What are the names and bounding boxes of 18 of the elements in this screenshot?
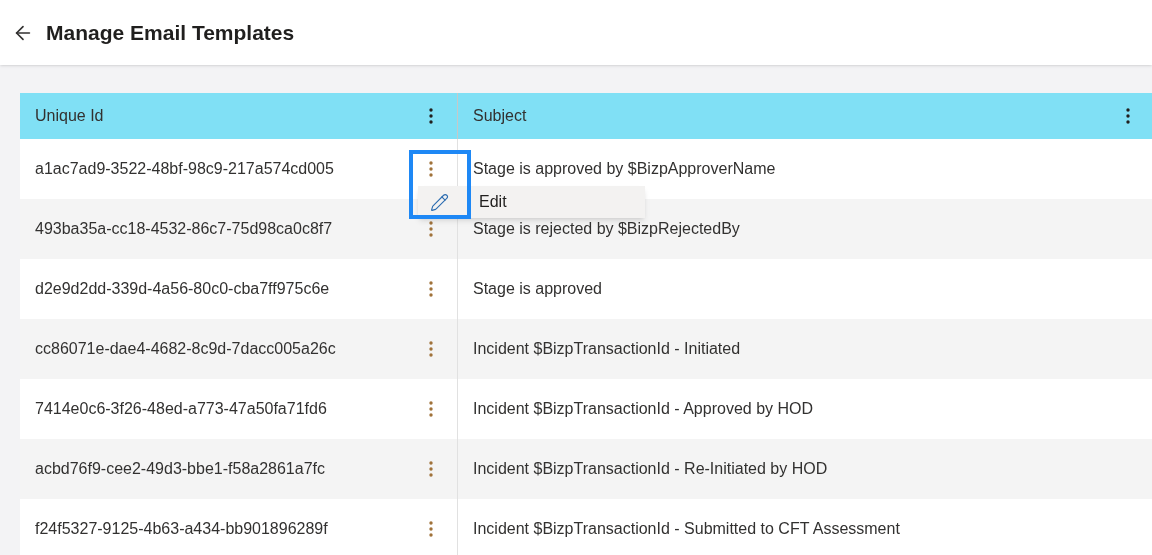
table-cell-text: f24f5327-9125-4b63-a434-bb901896289f — [35, 519, 328, 539]
table-cell-text: 493ba35a-cc18-4532-86c7-75d98ca0c8f7 — [35, 219, 333, 239]
table-cell: Stage is rejected by $BizpRejectedBy — [473, 220, 740, 237]
table-cell: Incident $BizpTransactionId - Re-Initiated by HOD — [473, 460, 828, 477]
column-header: Unique Id — [35, 106, 104, 126]
table-cell: Stage is approved by $BizpApproverName — [473, 160, 776, 177]
table-cell-text: 7414e0c6-3f26-48ed-a773-47a50fa71fd6 — [35, 399, 327, 419]
menu-item[interactable]: Edit — [418, 186, 645, 218]
table-cell: Incident $BizpTransactionId - Initiated — [473, 340, 741, 357]
table-cell: Stage is approved — [473, 280, 602, 297]
page-title: Manage Email Templates — [46, 19, 295, 46]
table-cell-text: cc86071e-dae4-4682-8c9d-7dacc005a26c — [35, 339, 336, 359]
table-cell-text: a1ac7ad9-3522-48bf-98c9-217a574cd005 — [35, 159, 334, 179]
column-header: Subject — [473, 106, 527, 126]
table-cell-text: d2e9d2dd-339d-4a56-80c0-cba7ff975c6e — [35, 279, 330, 299]
table-cell: Incident $BizpTransactionId - Approved by HOD — [473, 400, 814, 417]
table-cell-text: acbd76f9-cee2-49d3-bbe1-f58a2861a7fc — [35, 459, 325, 479]
table-cell: Incident $BizpTransactionId - Submitted to CFT Assessment — [473, 520, 900, 537]
